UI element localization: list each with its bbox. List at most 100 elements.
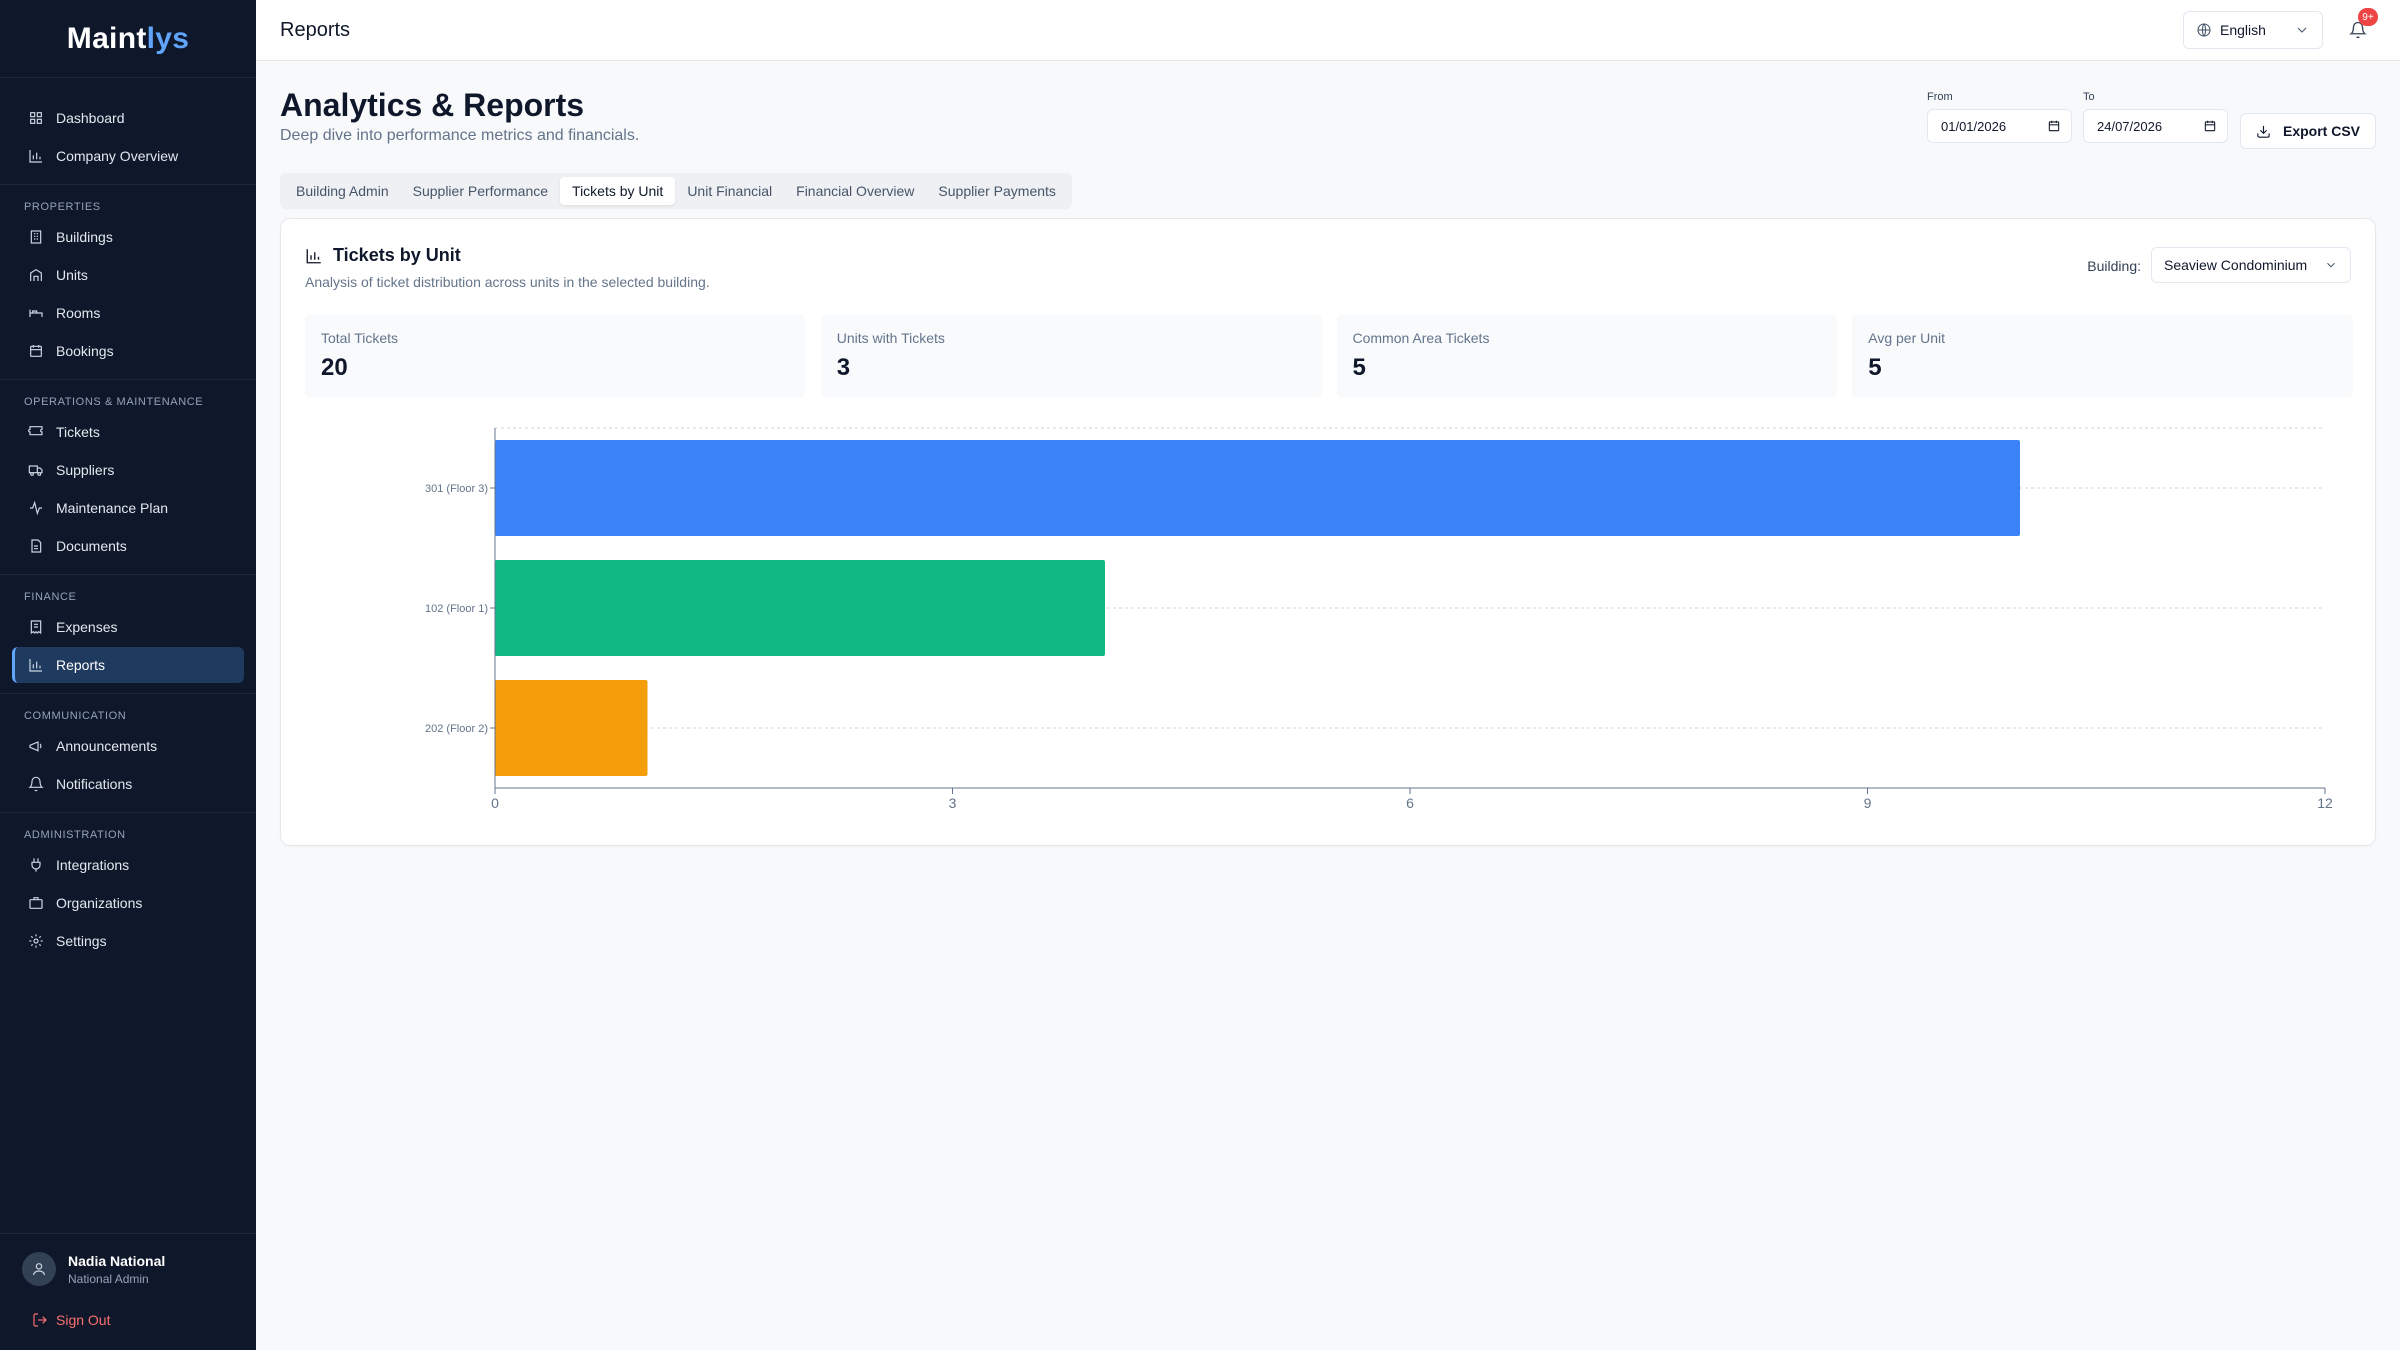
tickets-by-unit-chart: 301 (Floor 3) 102 (Floor 1) 202 (Floor 2) 0… [425, 427, 2333, 811]
sidebar-item-label: Announcements [56, 738, 158, 754]
x-tick-label: 12 [2317, 795, 2333, 811]
briefcase-icon [29, 897, 43, 909]
gear-icon [29, 934, 43, 948]
bar-202-floor-2 [495, 680, 648, 776]
sidebar: Maint lys Dashboard Company Overview PROPER… [0, 0, 256, 1350]
export-csv-button[interactable]: Export CSV [2240, 113, 2376, 149]
avatar [22, 1252, 56, 1286]
logo-accent-text: lys [146, 21, 190, 55]
sidebar-item-settings[interactable]: Settings [12, 923, 244, 959]
to-date-input[interactable]: 24/07/2026 [2083, 109, 2228, 143]
language-value: English [2220, 22, 2266, 38]
from-date-value: 01/01/2026 [1941, 118, 2007, 134]
page-title: Analytics & Reports [280, 87, 585, 123]
sidebar-item-label: Tickets [56, 424, 100, 440]
megaphone-icon [29, 741, 42, 752]
sidebar-item-organizations[interactable]: Organizations [12, 885, 244, 921]
report-tabs: Building Admin Supplier Performance Ticket… [280, 173, 1072, 209]
sidebar-nav: Dashboard Company Overview PROPERTIES Build… [0, 78, 256, 969]
sidebar-item-label: Integrations [56, 857, 130, 873]
activity-icon [30, 500, 42, 516]
receipt-icon [30, 620, 42, 635]
bar-301-floor-3 [495, 440, 2020, 536]
nav-section-title: FINANCE [24, 591, 77, 603]
sidebar-item-label: Dashboard [56, 110, 125, 126]
to-filter: To 24/07/2026 [2083, 91, 2228, 143]
sidebar-item-suppliers[interactable]: Suppliers [12, 452, 244, 488]
sidebar-item-documents[interactable]: Documents [12, 528, 244, 564]
tab-unit-financial[interactable]: Unit Financial [675, 177, 784, 205]
logo-text: Maint [66, 21, 147, 55]
chevron-down-icon [2297, 27, 2307, 33]
bar-chart-icon [29, 659, 42, 672]
user-name: Nadia National [68, 1252, 166, 1269]
tab-building-admin[interactable]: Building Admin [284, 177, 401, 205]
sidebar-item-label: Expenses [56, 619, 118, 635]
sign-out-label: Sign Out [56, 1312, 111, 1328]
tab-supplier-performance[interactable]: Supplier Performance [401, 177, 560, 205]
sidebar-item-expenses[interactable]: Expenses [12, 609, 244, 645]
x-tick-label: 0 [491, 795, 499, 811]
sign-out-button[interactable]: Sign Out [22, 1312, 234, 1328]
bar-chart-icon [29, 150, 42, 163]
from-label: From [1927, 91, 1953, 103]
globe-icon [2197, 23, 2211, 37]
from-filter: From 01/01/2026 [1927, 91, 2072, 143]
bar-102-floor-1 [495, 560, 1105, 656]
sidebar-item-label: Suppliers [56, 462, 115, 478]
calendar-icon [2048, 120, 2060, 132]
sidebar-item-label: Notifications [56, 776, 133, 792]
sidebar-footer: Nadia National National Admin Sign Out [0, 1233, 256, 1350]
sidebar-item-label: Organizations [56, 895, 143, 911]
sidebar-item-buildings[interactable]: Buildings [12, 219, 244, 255]
sidebar-item-notifications[interactable]: Notifications [12, 766, 244, 802]
sidebar-item-label: Documents [56, 538, 127, 554]
from-date-input[interactable]: 01/01/2026 [1927, 109, 2072, 143]
tickets-by-unit-card: Tickets by Unit Analysis of ticket distr… [280, 218, 2376, 846]
x-tick-label: 3 [949, 795, 957, 811]
user-icon [33, 1263, 45, 1276]
tab-financial-overview[interactable]: Financial Overview [784, 177, 926, 205]
sidebar-item-tickets[interactable]: Tickets [12, 414, 244, 450]
language-select[interactable]: English [2183, 11, 2323, 49]
building-icon [30, 230, 42, 244]
sidebar-item-maintenance-plan[interactable]: Maintenance Plan [12, 490, 244, 526]
file-icon [31, 539, 42, 553]
y-tick-label: 102 (Floor 1) [425, 603, 488, 615]
grid-icon [30, 112, 42, 124]
sidebar-item-integrations[interactable]: Integrations [12, 847, 244, 883]
nav-group-finance: FINANCE Expenses Reports [0, 575, 256, 694]
nav-group-administration: ADMINISTRATION Integrations Organizations S… [0, 813, 256, 969]
to-label: To [2083, 91, 2095, 103]
bed-icon [29, 309, 43, 317]
tab-tickets-by-unit[interactable]: Tickets by Unit [560, 177, 676, 205]
notifications-button[interactable]: 9+ [2344, 8, 2378, 44]
notification-badge: 9+ [2358, 8, 2378, 26]
export-csv-label: Export CSV [2282, 123, 2360, 139]
nav-group-communication: COMMUNICATION Announcements Notifications [0, 694, 256, 813]
units-icon [30, 268, 42, 281]
truck-icon [28, 465, 43, 476]
page-subtitle: Deep dive into performance metrics and f… [280, 127, 640, 144]
sidebar-item-label: Settings [56, 933, 107, 949]
calendar-icon [30, 345, 42, 357]
sidebar-item-label: Rooms [56, 305, 101, 321]
y-tick-label: 202 (Floor 2) [425, 723, 488, 735]
user-profile[interactable]: Nadia National National Admin [22, 1252, 234, 1286]
app-logo[interactable]: Maint lys [0, 0, 256, 78]
sidebar-item-reports[interactable]: Reports [12, 647, 244, 683]
tab-supplier-payments[interactable]: Supplier Payments [926, 177, 1068, 205]
ticket-icon [28, 426, 43, 436]
nav-section-title: PROPERTIES [24, 201, 101, 213]
sidebar-item-label: Company Overview [56, 148, 179, 164]
nav-group-operations-and-maintenance: OPERATIONS & MAINTENANCE Tickets Suppliers… [0, 380, 256, 575]
sidebar-item-rooms[interactable]: Rooms [12, 295, 244, 331]
sidebar-item-units[interactable]: Units [12, 257, 244, 293]
user-role: National Admin [68, 1271, 149, 1286]
sidebar-item-label: Maintenance Plan [56, 500, 169, 516]
sidebar-item-dashboard[interactable]: Dashboard [12, 100, 244, 136]
sidebar-item-company-overview[interactable]: Company Overview [12, 138, 244, 174]
sidebar-item-bookings[interactable]: Bookings [12, 333, 244, 369]
sidebar-item-announcements[interactable]: Announcements [12, 728, 244, 764]
download-icon [2257, 125, 2270, 138]
